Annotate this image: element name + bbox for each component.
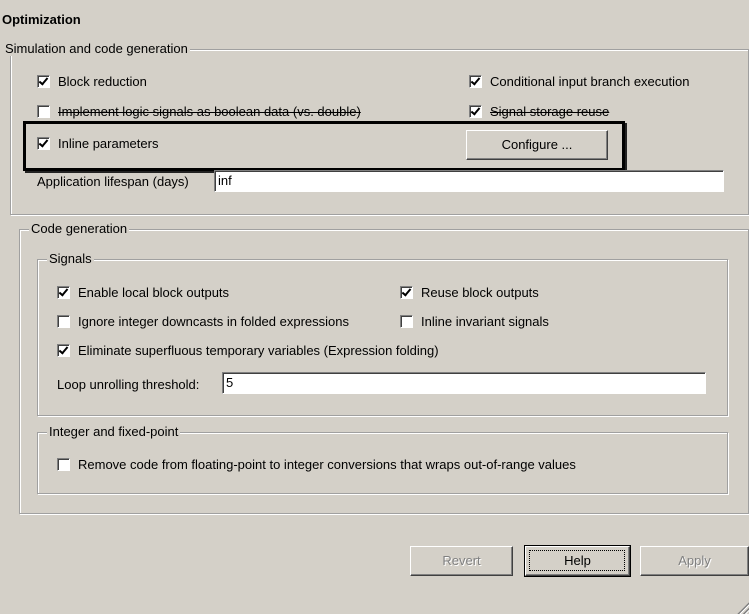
- reuse-block-label: Reuse block outputs: [421, 285, 539, 300]
- enable-local-checkbox[interactable]: [57, 286, 70, 299]
- integer-legend: Integer and fixed-point: [47, 424, 181, 439]
- conditional-input-checkbox[interactable]: [469, 75, 482, 88]
- revert-button[interactable]: Revert: [410, 546, 513, 576]
- lifespan-field[interactable]: inf: [214, 170, 724, 192]
- remove-code-checkbox[interactable]: [57, 458, 70, 471]
- eliminate-label: Eliminate superfluous temporary variable…: [78, 343, 439, 358]
- eliminate-checkbox[interactable]: [57, 344, 70, 357]
- help-button-label: Help: [564, 553, 591, 568]
- conditional-input-label: Conditional input branch execution: [490, 74, 690, 89]
- ignore-integer-label: Ignore integer downcasts in folded expre…: [78, 314, 349, 329]
- help-button[interactable]: Help: [524, 545, 631, 577]
- apply-button[interactable]: Apply: [640, 546, 749, 576]
- signal-storage-label: Signal storage reuse: [490, 104, 610, 119]
- reuse-block-option[interactable]: Reuse block outputs: [400, 285, 539, 300]
- inline-invariant-label: Inline invariant signals: [421, 314, 549, 329]
- page-title: Optimization: [2, 12, 81, 27]
- inline-parameters-checkbox[interactable]: [37, 137, 50, 150]
- inline-invariant-checkbox[interactable]: [400, 315, 413, 328]
- implement-logic-checkbox[interactable]: [37, 105, 50, 118]
- loop-unrolling-label: Loop unrolling threshold:: [57, 377, 200, 392]
- conditional-input-option[interactable]: Conditional input branch execution: [469, 74, 689, 89]
- ignore-integer-checkbox[interactable]: [57, 315, 70, 328]
- implement-logic-label: Implement logic signals as boolean data …: [58, 104, 361, 119]
- eliminate-option[interactable]: Eliminate superfluous temporary variable…: [57, 343, 439, 358]
- block-reduction-checkbox[interactable]: [37, 75, 50, 88]
- implement-logic-option[interactable]: Implement logic signals as boolean data …: [37, 104, 361, 119]
- inline-parameters-label: Inline parameters: [58, 136, 159, 151]
- loop-unrolling-field[interactable]: 5: [222, 372, 706, 394]
- enable-local-label: Enable local block outputs: [78, 285, 230, 300]
- simulation-group-legend: Simulation and code generation: [3, 41, 190, 56]
- inline-invariant-option[interactable]: Inline invariant signals: [400, 314, 549, 329]
- block-reduction-label: Block reduction: [58, 74, 147, 89]
- configure-button[interactable]: Configure ...: [466, 130, 608, 160]
- reuse-block-checkbox[interactable]: [400, 286, 413, 299]
- code-generation-legend: Code generation: [29, 221, 130, 236]
- resize-grip-icon[interactable]: [736, 601, 749, 614]
- inline-parameters-option[interactable]: Inline parameters: [37, 136, 158, 151]
- signal-storage-option[interactable]: Signal storage reuse: [469, 104, 609, 119]
- lifespan-label: Application lifespan (days): [37, 174, 189, 189]
- block-reduction-option[interactable]: Block reduction: [37, 74, 147, 89]
- ignore-integer-option[interactable]: Ignore integer downcasts in folded expre…: [57, 314, 349, 329]
- enable-local-option[interactable]: Enable local block outputs: [57, 285, 229, 300]
- remove-code-option[interactable]: Remove code from floating-point to integ…: [57, 457, 576, 472]
- signals-legend: Signals: [47, 251, 94, 266]
- remove-code-label: Remove code from floating-point to integ…: [78, 457, 576, 472]
- signal-storage-checkbox[interactable]: [469, 105, 482, 118]
